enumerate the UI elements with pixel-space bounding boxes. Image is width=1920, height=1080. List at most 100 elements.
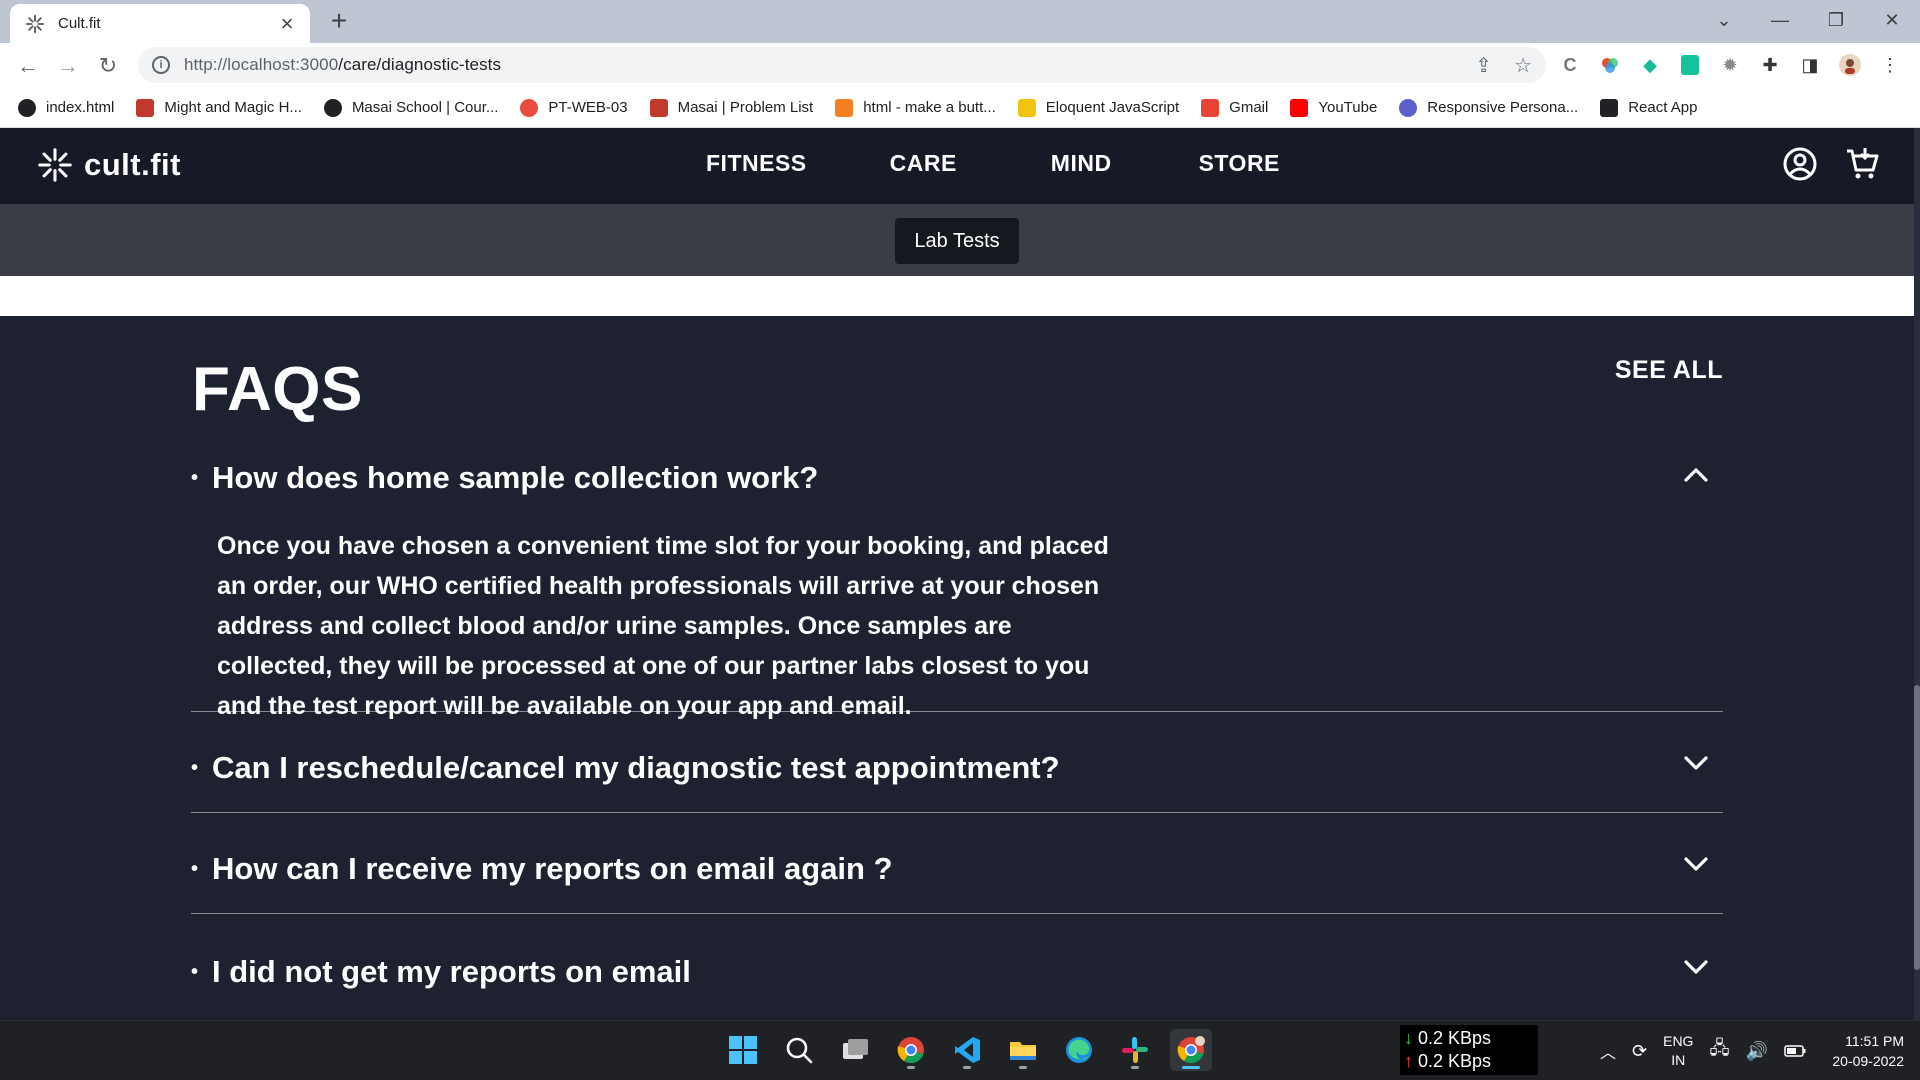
bookmarks-bar: index.html Might and Magic H... Masai Scho… [0,88,1920,128]
faq-question[interactable]: • Can I reschedule/cancel my diagnostic … [191,750,1060,786]
close-tab-icon[interactable]: × [276,12,298,35]
window-controls: ⌄ — ❐ ✕ [1696,0,1920,40]
slack-icon[interactable] [1114,1029,1156,1071]
bullet-icon: • [191,466,199,489]
nav-mind[interactable]: MIND [1051,150,1112,177]
faq-answer-line: collected, they will be processed at one… [217,652,1090,680]
ejs-icon [1017,98,1036,117]
nav-care[interactable]: CARE [890,150,957,177]
extensions-puzzle-icon[interactable]: ✚ [1758,53,1782,77]
reload-icon[interactable]: ↻ [88,46,128,86]
bookmark-item[interactable]: Might and Magic H... [136,98,302,117]
bookmark-star-icon[interactable]: ☆ [1514,53,1532,78]
color-picker-extension-icon[interactable] [1598,53,1622,77]
care-subnav: Lab Tests [0,204,1920,276]
search-icon[interactable] [778,1029,820,1071]
address-bar[interactable]: i http://localhost:3000/care/diagnostic-… [138,47,1546,83]
restore-icon[interactable]: ❐ [1808,10,1864,31]
chrome-profile-icon[interactable] [1170,1029,1212,1071]
chevron-down-icon[interactable] [1681,952,1711,982]
lang-top: ENG [1663,1033,1694,1049]
volume-icon[interactable]: 🔊 [1746,1041,1768,1062]
battery-icon[interactable] [1784,1045,1806,1057]
network-icon[interactable]: 🖧 [1709,1036,1729,1066]
faq-item[interactable]: • How does home sample collection work? … [191,456,1723,720]
vscode-icon[interactable] [946,1029,988,1071]
account-icon[interactable] [1782,146,1818,182]
nav-store[interactable]: STORE [1199,150,1280,177]
back-icon[interactable]: ← [8,46,48,86]
tray-overflow-icon[interactable]: ︿ [1600,1039,1616,1063]
faq-answer-line: an order, our WHO certified health profe… [217,572,1100,600]
cart-icon[interactable] [1844,146,1880,182]
bookmark-item[interactable]: html - make a butt... [835,98,996,117]
bookmark-item[interactable]: Gmail [1201,98,1268,117]
chrome-icon[interactable] [890,1029,932,1071]
clock-time: 11:51 PM [1845,1033,1904,1049]
clock[interactable]: 11:51 PM 20-09-2022 [1832,1031,1904,1071]
file-explorer-icon[interactable] [1002,1029,1044,1071]
nav-fitness[interactable]: FITNESS [706,150,807,177]
bullet-icon: • [191,756,199,779]
browser-tab[interactable]: Cult.fit × [10,4,310,43]
faq-section: FAQS SEE ALL • How does home sample coll… [0,316,1920,1020]
bookmark-item[interactable]: React App [1600,98,1697,117]
lab-tests-button[interactable]: Lab Tests [895,218,1019,264]
faq-heading: FAQS [192,355,363,424]
running-indicator [907,1066,915,1069]
edge-icon[interactable] [1058,1029,1100,1071]
language-indicator[interactable]: ENG IN [1663,1032,1693,1070]
tab-search-icon[interactable]: ⌄ [1696,10,1752,31]
bookmark-item[interactable]: index.html [18,98,114,117]
see-all-link[interactable]: SEE ALL [1615,356,1723,385]
faq-item[interactable]: • Can I reschedule/cancel my diagnostic … [191,712,1723,813]
gear-icon [520,98,539,117]
running-indicator [1182,1066,1200,1069]
chevron-down-icon[interactable] [1681,849,1711,879]
url-text: http://localhost:3000/care/diagnostic-te… [184,55,502,74]
logo-text: cult.fit [84,147,181,182]
bookmark-item[interactable]: Eloquent JavaScript [1017,98,1179,117]
faq-question[interactable]: • How can I receive my reports on email … [191,851,893,887]
profile-avatar-icon[interactable] [1838,53,1862,77]
bookmark-item[interactable]: PT-WEB-03 [520,98,628,117]
bookmark-item[interactable]: Responsive Persona... [1399,98,1578,117]
faq-question[interactable]: • I did not get my reports on email [191,954,691,990]
vue-devtools-icon[interactable]: ◆ [1638,53,1662,77]
clock-date: 20-09-2022 [1832,1053,1904,1069]
extension-c-icon[interactable]: C [1558,53,1582,77]
youtube-icon [1290,98,1309,117]
faq-item[interactable]: • I did not get my reports on email [191,914,1723,1015]
side-panel-icon[interactable]: ◨ [1798,53,1822,77]
close-window-icon[interactable]: ✕ [1864,10,1920,31]
chevron-up-icon[interactable] [1681,460,1711,490]
new-tab-button[interactable]: + [324,6,354,36]
site-info-icon[interactable]: i [152,56,170,74]
header-actions [1782,146,1880,182]
forward-icon[interactable]: → [48,46,88,86]
windows-start-icon[interactable] [722,1029,764,1071]
cultfit-icon [24,13,46,35]
main-nav: FITNESS CARE MIND STORE [706,150,1363,177]
bookmark-label: Masai | Problem List [677,99,814,116]
sync-icon[interactable]: ⟳ [1632,1041,1647,1062]
browser-tabstrip: Cult.fit × + ⌄ — ❐ ✕ [0,0,1920,43]
lang-bottom: IN [1671,1052,1686,1068]
chrome-menu-icon[interactable]: ⋮ [1878,53,1902,77]
faq-answer-line: address and collect blood and/or urine s… [217,612,1012,640]
chevron-down-icon[interactable] [1681,748,1711,778]
faq-item[interactable]: • How can I receive my reports on email … [191,813,1723,914]
scrollbar-thumb[interactable] [1914,685,1920,970]
bookmark-item[interactable]: Masai | Problem List [649,98,814,117]
faq-question[interactable]: • How does home sample collection work? [191,460,818,496]
site-logo[interactable]: cult.fit [36,146,181,184]
task-view-icon[interactable] [834,1029,876,1071]
bookmark-item[interactable]: YouTube [1290,98,1377,117]
bug-extension-icon[interactable]: ✹ [1718,53,1742,77]
globe-icon [1399,98,1418,117]
share-icon[interactable]: ⇪ [1475,53,1492,78]
grammarly-extension-icon[interactable] [1678,53,1702,77]
bookmark-item[interactable]: Masai School | Cour... [323,98,498,117]
minimize-icon[interactable]: — [1752,10,1808,31]
upload-arrow-icon: ↑ [1404,1051,1413,1071]
